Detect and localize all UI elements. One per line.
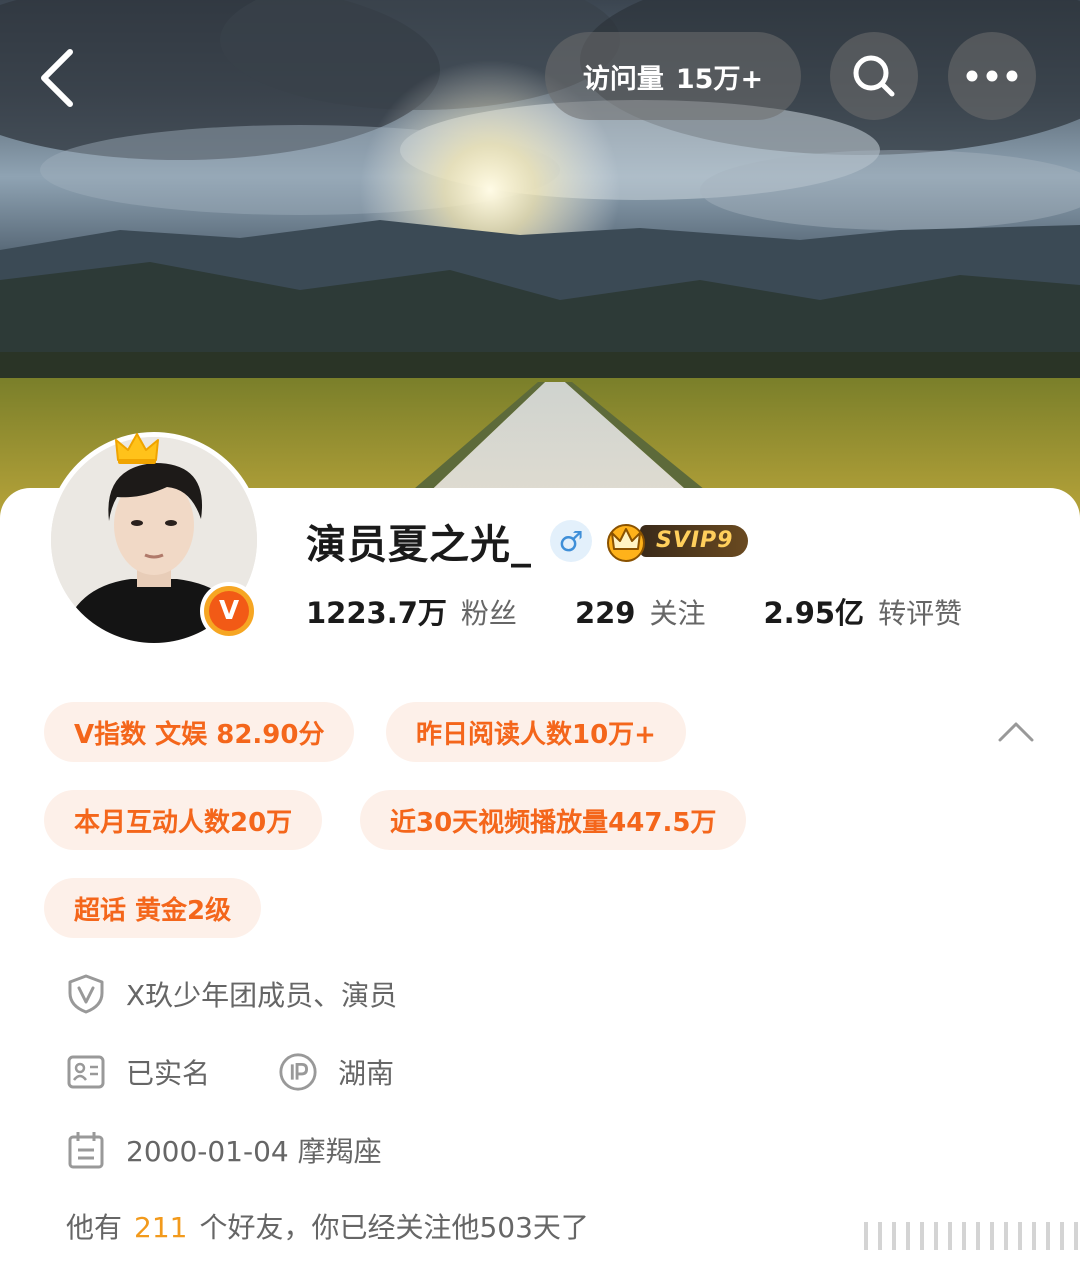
back-button[interactable] (30, 40, 94, 112)
avatar-container[interactable]: V (46, 432, 262, 648)
collapse-tags-button[interactable] (994, 712, 1038, 752)
visits-count-pill[interactable]: 访问量 15万+ (545, 32, 801, 120)
verified-v-icon: V (209, 591, 249, 631)
stat-interactions[interactable]: 2.95亿 转评赞 (764, 590, 963, 632)
birthday-row: 2000-01-04 摩羯座 (66, 1130, 382, 1170)
tag-monthly-interactions[interactable]: 本月互动人数20万 (44, 790, 323, 850)
chevron-up-icon (998, 722, 1034, 742)
profile-name: 演员夏之光_ (306, 522, 532, 568)
friends-suffix: 个好友，你已经关注他503天了 (199, 1211, 589, 1244)
stat-following[interactable]: 229 关注 (575, 592, 706, 632)
svip-label: SVIP9 (640, 525, 748, 557)
visits-value: 15万+ (675, 63, 764, 95)
followers-label: 粉丝 (460, 597, 517, 630)
calendar-icon (66, 1130, 106, 1170)
crown-icon (115, 433, 159, 464)
tag-super-topic[interactable]: 超话 黄金2级 (44, 878, 262, 938)
following-count: 229 (574, 596, 636, 630)
verification-text: X玖少年团成员、演员 (126, 979, 398, 1012)
following-label: 关注 (649, 597, 706, 630)
friends-count[interactable]: 211 (134, 1211, 187, 1244)
realname-row: 已实名 (66, 1052, 210, 1092)
interactions-count: 2.95亿 (763, 596, 865, 630)
profile-name-row: 演员夏之光_ ♂ SVIP9 (306, 512, 748, 570)
friends-prefix: 他有 (66, 1211, 123, 1244)
stat-followers[interactable]: 1223.7万 粉丝 (306, 590, 517, 632)
search-icon (853, 55, 895, 97)
male-gender-icon: ♂ (550, 520, 592, 562)
realname-text: 已实名 (126, 1057, 211, 1090)
tag-video-plays[interactable]: 近30天视频播放量447.5万 (360, 790, 747, 850)
verified-badge: V (200, 582, 258, 640)
home-indicator-strip (864, 1222, 1078, 1250)
interactions-label: 转评赞 (878, 597, 963, 630)
verification-row: X玖少年团成员、演员 (66, 974, 397, 1014)
id-card-icon (66, 1052, 106, 1092)
tag-yesterday-readers[interactable]: 昨日阅读人数10万+ (386, 702, 686, 762)
friends-summary: 他有 211 个好友，你已经关注他503天了 (66, 1206, 589, 1246)
ip-location-row: 湖南 (278, 1052, 394, 1092)
chevron-left-icon (41, 49, 73, 107)
svip-badge[interactable]: SVIP9 (604, 519, 748, 563)
more-horizontal-icon (966, 70, 1018, 82)
more-button[interactable] (948, 32, 1036, 120)
birthday-text: 2000-01-04 摩羯座 (126, 1135, 382, 1168)
ip-location-text: 湖南 (338, 1057, 395, 1090)
shield-v-icon (66, 974, 106, 1014)
visits-label: 访问量 (582, 63, 664, 95)
svip-crown-icon (607, 524, 645, 562)
search-button[interactable] (830, 32, 918, 120)
followers-count: 1223.7万 (306, 596, 447, 630)
profile-stats: 1223.7万 粉丝 229 关注 2.95亿 转评赞 (306, 590, 1020, 640)
tag-v-index[interactable]: V指数 文娱 82.90分 (44, 702, 355, 762)
ip-icon (278, 1052, 318, 1092)
